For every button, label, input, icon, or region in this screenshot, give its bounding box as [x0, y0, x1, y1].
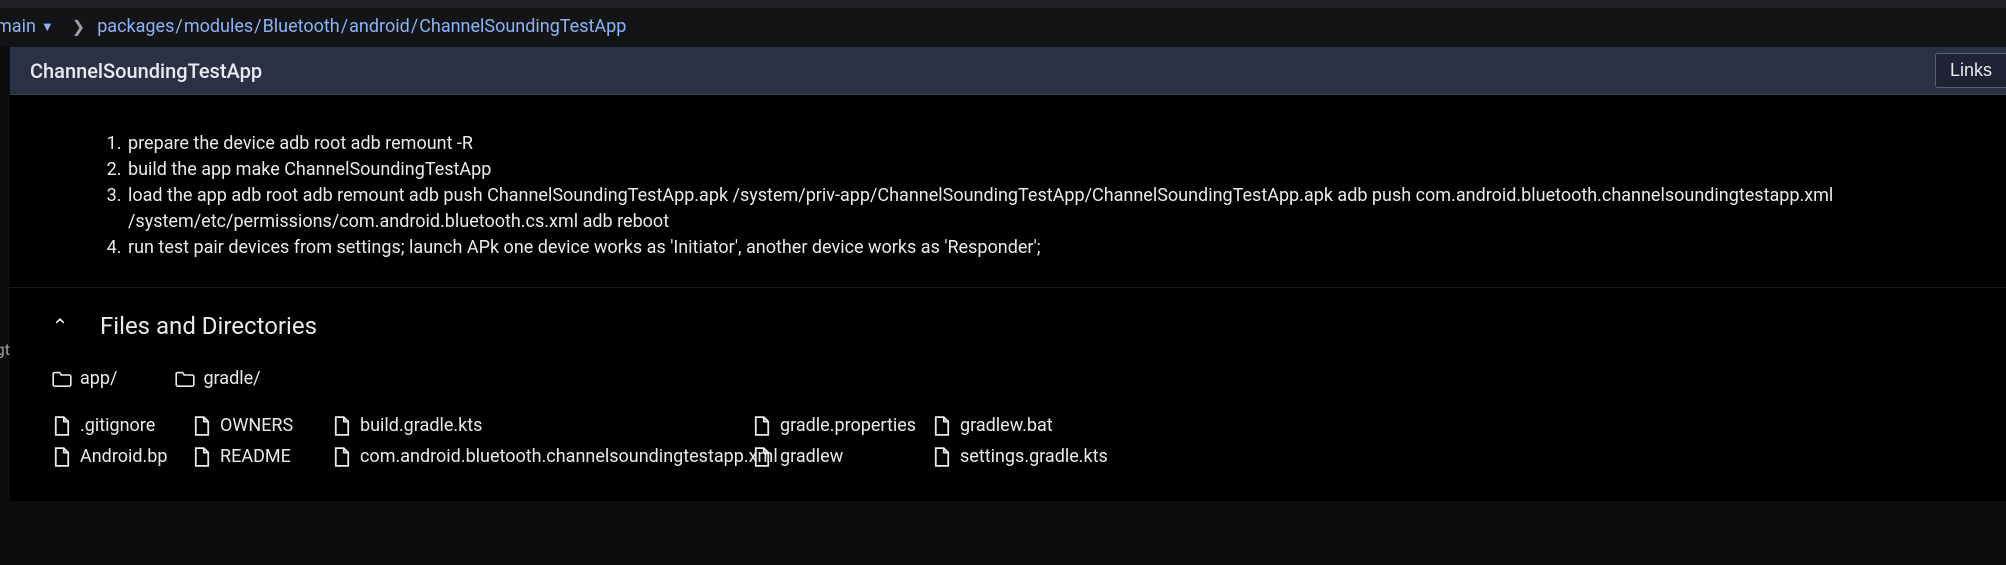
breadcrumb-segment[interactable]: Bluetooth [263, 16, 340, 37]
files-section: ⌃ Files and Directories app/gradle/ .git… [10, 288, 2006, 501]
file-icon [52, 448, 72, 466]
collapse-icon[interactable]: ⌃ [50, 314, 70, 338]
breadcrumb-slash: / [341, 16, 348, 37]
file-item[interactable]: README [192, 446, 332, 467]
file-name: build.gradle.kts [360, 415, 482, 436]
branch-selector[interactable]: main ▼ [0, 16, 60, 37]
left-gutter-text: gt [0, 340, 10, 359]
directories-row: app/gradle/ [50, 368, 1966, 389]
links-button[interactable]: Links [1935, 53, 2006, 88]
file-item[interactable]: gradlew.bat [932, 415, 1132, 436]
file-item[interactable]: gradle.properties [752, 415, 932, 436]
top-bar [0, 0, 2006, 8]
file-name: gradlew.bat [960, 415, 1053, 436]
directory-item[interactable]: gradle/ [175, 368, 260, 389]
file-name: settings.gradle.kts [960, 446, 1108, 467]
file-icon [932, 417, 952, 435]
breadcrumb-bar: main ▼ ❯ packages/modules/Bluetooth/andr… [0, 8, 2006, 47]
breadcrumb-separator-icon: ❯ [72, 17, 85, 36]
file-name: Android.bp [80, 446, 168, 467]
directory-item[interactable]: app/ [52, 368, 117, 389]
breadcrumb-path: packages/modules/Bluetooth/android/Chann… [97, 16, 626, 37]
readme-item: build the app make ChannelSoundingTestAp… [126, 157, 1946, 183]
readme-item: load the app adb root adb remount adb pu… [126, 183, 1946, 235]
directory-name: gradle/ [203, 368, 260, 389]
file-icon [332, 448, 352, 466]
folder-icon [52, 370, 72, 388]
file-item[interactable]: OWNERS [192, 415, 332, 436]
file-name: OWNERS [220, 415, 293, 436]
file-name: .gitignore [80, 415, 155, 436]
file-item[interactable]: settings.gradle.kts [932, 446, 1132, 467]
file-item[interactable]: gradlew [752, 446, 932, 467]
readme-item: prepare the device adb root adb remount … [126, 131, 1946, 157]
file-icon [52, 417, 72, 435]
file-icon [192, 448, 212, 466]
file-name: gradlew [780, 446, 843, 467]
breadcrumb-slash: / [411, 16, 418, 37]
file-item[interactable]: .gitignore [52, 415, 192, 436]
files-header: ⌃ Files and Directories [50, 312, 1966, 340]
file-icon [332, 417, 352, 435]
files-section-title: Files and Directories [100, 312, 317, 340]
breadcrumb-segment[interactable]: ChannelSoundingTestApp [419, 16, 626, 37]
file-icon [752, 417, 772, 435]
file-item[interactable]: build.gradle.kts [332, 415, 752, 436]
directory-header: ChannelSoundingTestApp Links [10, 47, 2006, 95]
breadcrumb-slash: / [175, 16, 182, 37]
directory-name: app/ [80, 368, 117, 389]
chevron-down-icon: ▼ [41, 19, 54, 35]
files-grid: .gitignore OWNERS build.gradle.kts gradle.p… [50, 415, 1966, 467]
breadcrumb-slash: / [254, 16, 261, 37]
readme-item: run test pair devices from settings; lau… [126, 235, 1946, 261]
file-icon [192, 417, 212, 435]
breadcrumb-segment[interactable]: modules [184, 16, 253, 37]
file-name: gradle.properties [780, 415, 916, 436]
file-name: README [220, 446, 291, 467]
readme-list: prepare the device adb root adb remount … [70, 131, 1946, 261]
file-item[interactable]: Android.bp [52, 446, 192, 467]
directory-title: ChannelSoundingTestApp [30, 59, 262, 83]
file-icon [932, 448, 952, 466]
breadcrumb-segment[interactable]: android [349, 16, 410, 37]
readme-content: prepare the device adb root adb remount … [10, 95, 2006, 288]
branch-name: main [0, 16, 36, 37]
folder-icon [175, 370, 195, 388]
file-item[interactable]: com.android.bluetooth.channelsoundingtes… [332, 446, 752, 467]
file-icon [752, 448, 772, 466]
file-name: com.android.bluetooth.channelsoundingtes… [360, 446, 778, 467]
breadcrumb-segment[interactable]: packages [97, 16, 174, 37]
